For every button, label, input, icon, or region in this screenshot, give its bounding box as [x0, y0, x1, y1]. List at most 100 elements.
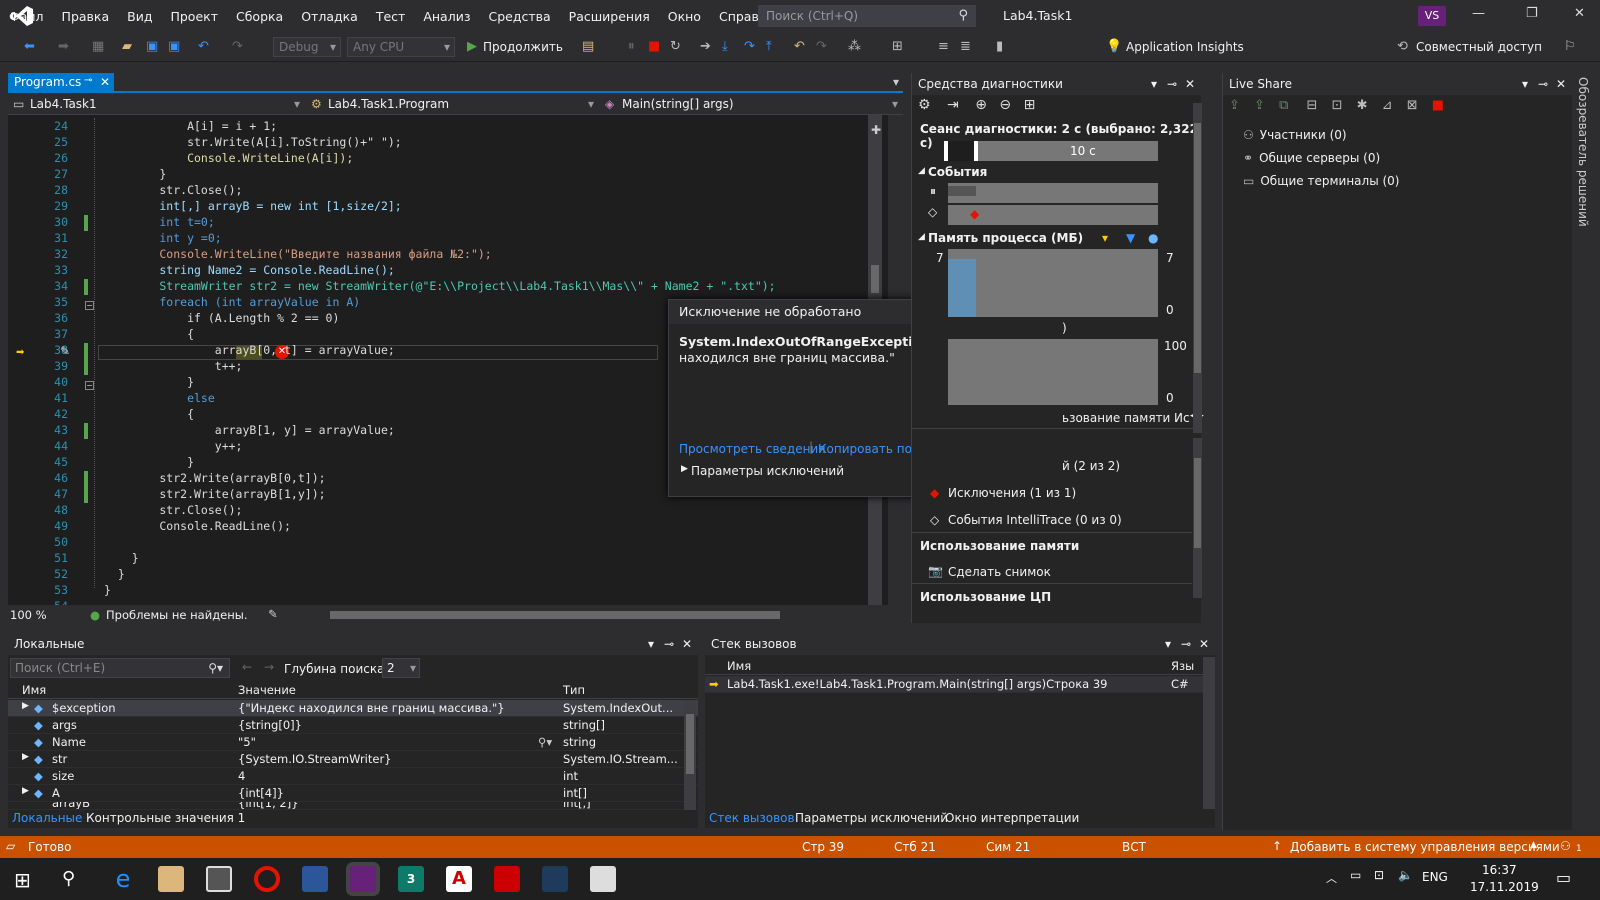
table-row[interactable]: ▶ ◆ str {System.IO.StreamWriter} System.…: [8, 751, 698, 768]
nav-class-dropdown[interactable]: ⚙ Lab4.Task1.Program: [308, 95, 598, 113]
zoom-out-icon[interactable]: ⊖: [999, 97, 1011, 113]
clock-time[interactable]: 16:37: [1482, 863, 1517, 877]
close-icon[interactable]: ✕: [1574, 6, 1585, 21]
timeline-selection[interactable]: [944, 141, 978, 161]
collapse-icon[interactable]: −: [85, 381, 94, 390]
step-into-icon[interactable]: ⤓: [722, 37, 728, 57]
local-value[interactable]: "5": [238, 735, 256, 749]
process-icon[interactable]: ▤: [582, 37, 594, 57]
app-tool-icon[interactable]: [542, 866, 568, 892]
tab-watch[interactable]: Контрольные значения 1: [86, 811, 245, 825]
split-icon[interactable]: ✚: [871, 123, 881, 137]
collapse-icon[interactable]: −: [85, 301, 94, 310]
input-language[interactable]: ENG: [1422, 870, 1448, 884]
invite-icon[interactable]: ⧉: [1279, 98, 1288, 113]
status-insert[interactable]: ВСТ: [1122, 840, 1146, 854]
forward-icon[interactable]: ➡: [58, 37, 69, 57]
live-share-icon[interactable]: ⟲: [1397, 37, 1408, 57]
solution-explorer-tab[interactable]: Обозреватель решений: [1576, 77, 1590, 227]
undo-icon[interactable]: ↶: [198, 37, 209, 57]
locals-search-input[interactable]: Поиск (Ctrl+E) ⚲▾: [10, 658, 230, 678]
expand-icon[interactable]: ▶: [22, 752, 29, 762]
pause-icon[interactable]: ⏸: [628, 37, 635, 57]
issues-status[interactable]: Проблемы не найдены.: [106, 608, 247, 622]
pin-icon[interactable]: ⊸: [84, 75, 92, 86]
pdf-icon[interactable]: [494, 866, 520, 892]
expand-icon[interactable]: ▶: [681, 464, 688, 474]
pin-icon[interactable]: ⊸: [1167, 77, 1177, 91]
stop-icon[interactable]: ■: [648, 37, 660, 57]
tab-exception-settings[interactable]: Параметры исключений: [795, 811, 948, 825]
table-row[interactable]: ➡ Lab4.Task1.exe!Lab4.Task1.Program.Main…: [705, 676, 1205, 693]
exception-event-marker-icon[interactable]: ◆: [970, 207, 979, 221]
continue-icon[interactable]: ▶: [467, 37, 477, 57]
depth-dropdown[interactable]: 2 ▾: [382, 658, 420, 678]
shared-servers-item[interactable]: ⚭ Общие серверы (0): [1243, 151, 1380, 165]
terminal-icon[interactable]: ⊟: [1307, 98, 1318, 113]
app-3-icon[interactable]: 3: [398, 866, 424, 892]
menu-window[interactable]: Окно: [659, 9, 710, 24]
continue-button[interactable]: Продолжить: [483, 37, 563, 57]
tree-icon[interactable]: ⊞: [1024, 97, 1036, 113]
view-details-link[interactable]: Просмотреть сведения: [679, 442, 825, 456]
search-icon[interactable]: ⚲▾: [208, 661, 223, 675]
feedback-icon[interactable]: ⚐: [1564, 37, 1576, 57]
local-value[interactable]: {string[0]}: [238, 718, 302, 732]
tab-list-icon[interactable]: ▾: [893, 75, 899, 89]
table-row[interactable]: ◆ size 4 int: [8, 768, 698, 785]
audio-icon[interactable]: ⊠: [1407, 98, 1418, 113]
comment-icon[interactable]: ⊞: [892, 37, 903, 57]
exception-settings[interactable]: Параметры исключений: [691, 464, 844, 478]
zoom-level[interactable]: 100 %: [10, 608, 47, 622]
timeline-bar[interactable]: [978, 141, 1158, 161]
col-value[interactable]: Значение: [238, 683, 296, 697]
step-back-icon[interactable]: ↶: [794, 37, 805, 57]
notifications-icon[interactable]: ⚇: [1560, 839, 1571, 853]
close-icon[interactable]: ✕: [682, 637, 692, 651]
open-folder-icon[interactable]: ▰: [122, 37, 132, 57]
save-all-icon[interactable]: ▣: [168, 37, 180, 57]
visual-studio-taskbar-icon[interactable]: [346, 862, 380, 896]
dropdown-icon[interactable]: ▾: [1151, 77, 1157, 91]
stack-frame[interactable]: Lab4.Task1.exe!Lab4.Task1.Program.Main(s…: [727, 677, 1108, 691]
zoom-in-icon[interactable]: ⊕: [975, 97, 987, 113]
scroll-thumb[interactable]: [1194, 458, 1201, 548]
network-icon[interactable]: ⊡: [1374, 868, 1384, 882]
pin-icon[interactable]: ⊸: [1538, 77, 1548, 91]
collapse-icon[interactable]: ◢: [918, 232, 925, 242]
platform-dropdown[interactable]: Any CPU: [347, 37, 455, 57]
table-row[interactable]: arrayB {int[1, 2]} int[,]: [8, 802, 698, 810]
follow-icon[interactable]: ✱: [1357, 98, 1368, 113]
close-icon[interactable]: ✕: [1185, 77, 1195, 91]
nav-member-dropdown[interactable]: ◈ Main(string[] args): [602, 95, 902, 113]
horizontal-scroll-thumb[interactable]: [330, 611, 780, 619]
share-icon[interactable]: ⇪: [1229, 98, 1240, 113]
exceptions-item[interactable]: Исключения (1 из 1): [948, 486, 1076, 500]
events-track[interactable]: [948, 183, 1158, 203]
local-value[interactable]: {System.IO.StreamWriter}: [238, 752, 392, 766]
locals-scrollbar[interactable]: [684, 700, 696, 810]
expand-icon[interactable]: ▶: [22, 786, 29, 796]
local-value[interactable]: {int[4]}: [238, 786, 284, 800]
outdent-icon[interactable]: ≣: [960, 37, 971, 57]
intellitrace-item[interactable]: События IntelliTrace (0 из 0): [948, 513, 1122, 527]
menu-tools[interactable]: Средства: [479, 9, 559, 24]
pin-icon[interactable]: ⊸: [664, 637, 674, 651]
hex-icon[interactable]: ⁂: [848, 37, 861, 57]
show-next-statement-icon[interactable]: ➔: [700, 37, 711, 57]
events-summary[interactable]: й (2 из 2): [1062, 459, 1120, 473]
chat-icon[interactable]: ⊡: [1332, 98, 1343, 113]
table-row[interactable]: ◆ args {string[0]} string[]: [8, 717, 698, 734]
action-center-icon[interactable]: ▭: [1556, 868, 1571, 887]
close-icon[interactable]: ✕: [1556, 77, 1566, 91]
app-insights-button[interactable]: Application Insights: [1126, 37, 1244, 57]
expand-icon[interactable]: ▶: [22, 701, 29, 711]
tab-immediate-window[interactable]: Окно интерпретации: [945, 811, 1079, 825]
scroll-thumb[interactable]: [1194, 123, 1201, 373]
table-row[interactable]: ▶ ◆ $exception {"Индекс находился вне гр…: [8, 700, 698, 717]
menu-analyze[interactable]: Анализ: [414, 9, 479, 24]
tab-locals[interactable]: Локальные: [12, 811, 82, 825]
taskbar-search-icon[interactable]: ⚲: [62, 868, 75, 889]
tab-program-cs[interactable]: Program.cs ⊸ ✕: [8, 73, 114, 93]
menu-view[interactable]: Вид: [118, 9, 161, 24]
